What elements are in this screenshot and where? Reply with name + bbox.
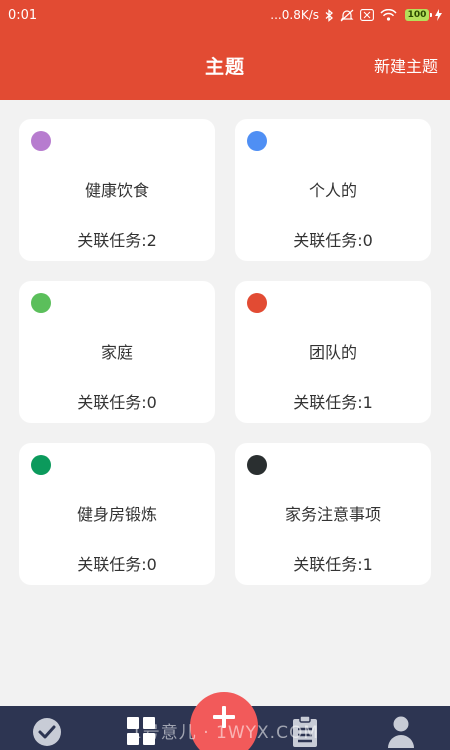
status-bar: 0:01 ...0.8K/s 100 bbox=[0, 0, 450, 30]
topic-task-count: 关联任务:1 bbox=[293, 393, 373, 412]
topic-color-dot bbox=[31, 293, 51, 313]
check-circle-icon bbox=[31, 716, 63, 750]
topic-task-count: 关联任务:2 bbox=[77, 231, 157, 250]
topic-grid: 健康饮食 关联任务:2 个人的 关联任务:0 家庭 关联任务:0 团队的 关联任… bbox=[19, 119, 431, 585]
bluetooth-icon bbox=[325, 8, 334, 22]
topic-task-count: 关联任务:0 bbox=[293, 231, 373, 250]
topic-color-dot bbox=[247, 131, 267, 151]
new-topic-button[interactable]: 新建主题 bbox=[374, 53, 438, 77]
topic-card[interactable]: 团队的 关联任务:1 bbox=[235, 281, 431, 423]
topic-task-count: 关联任务:1 bbox=[293, 555, 373, 574]
charging-icon bbox=[435, 9, 442, 21]
title-bar: 主题 新建主题 bbox=[0, 30, 450, 100]
nav-notes-tab[interactable] bbox=[288, 716, 322, 750]
sim-icon bbox=[360, 9, 374, 21]
status-time: 0:01 bbox=[8, 7, 38, 23]
mute-icon bbox=[340, 9, 354, 22]
page-title: 主题 bbox=[204, 55, 245, 78]
grid-icon bbox=[126, 716, 156, 750]
nav-profile-tab[interactable] bbox=[384, 716, 418, 750]
status-icons: ...0.8K/s 100 bbox=[270, 8, 442, 22]
topic-card[interactable]: 家庭 关联任务:0 bbox=[19, 281, 215, 423]
topic-task-count: 关联任务:0 bbox=[77, 393, 157, 412]
add-icon bbox=[213, 706, 235, 731]
topic-name: 团队的 bbox=[308, 343, 357, 362]
topic-task-count: 关联任务:0 bbox=[77, 555, 157, 574]
topic-card[interactable]: 健身房锻炼 关联任务:0 bbox=[19, 443, 215, 585]
battery-icon: 100 bbox=[405, 9, 432, 21]
topic-name: 家庭 bbox=[100, 343, 133, 362]
topic-card[interactable]: 个人的 关联任务:0 bbox=[235, 119, 431, 261]
add-button[interactable] bbox=[190, 692, 258, 750]
person-icon bbox=[386, 716, 416, 750]
topic-name: 个人的 bbox=[308, 181, 357, 200]
topic-card[interactable]: 健康饮食 关联任务:2 bbox=[19, 119, 215, 261]
topic-color-dot bbox=[31, 131, 51, 151]
wifi-icon bbox=[380, 9, 397, 21]
topic-name: 健康饮食 bbox=[84, 181, 149, 200]
topic-color-dot bbox=[247, 455, 267, 475]
topic-color-dot bbox=[247, 293, 267, 313]
network-speed: ...0.8K/s bbox=[270, 8, 319, 22]
header: 0:01 ...0.8K/s 100 主题 新建主题 bbox=[0, 0, 450, 100]
topic-card[interactable]: 家务注意事项 关联任务:1 bbox=[235, 443, 431, 585]
topic-name: 健身房锻炼 bbox=[76, 505, 157, 524]
nav-tasks-tab[interactable] bbox=[30, 716, 64, 750]
topic-name: 家务注意事项 bbox=[284, 505, 381, 524]
nav-topics-tab[interactable] bbox=[124, 716, 158, 750]
topic-color-dot bbox=[31, 455, 51, 475]
clipboard-list-icon bbox=[291, 716, 319, 750]
app-screen: 0:01 ...0.8K/s 100 主题 新建主题 健康饮食 关联任务:2 个… bbox=[0, 0, 450, 750]
